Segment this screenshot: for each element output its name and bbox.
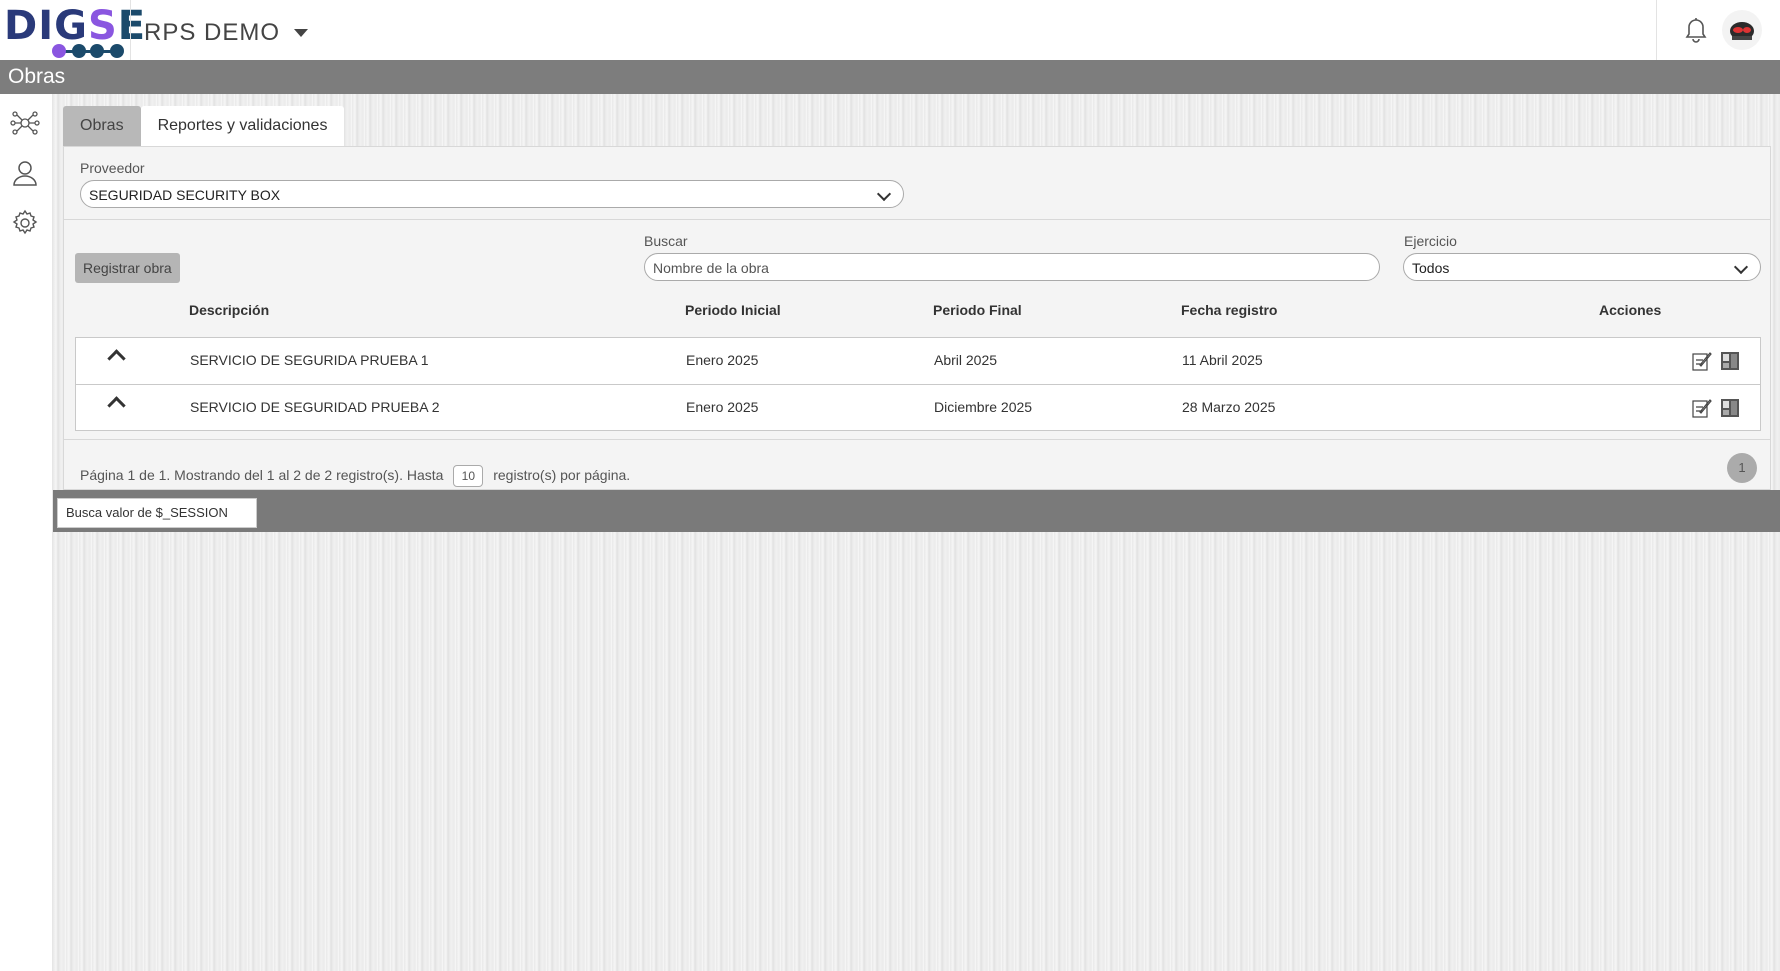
- obras-table: SERVICIO DE SEGURIDA PRUEBA 1 Enero 2025…: [75, 337, 1761, 431]
- periodo-final-cell: Diciembre 2025: [934, 399, 1033, 415]
- column-header[interactable]: Descripción: [189, 302, 269, 318]
- proveedor-select[interactable]: SEGURIDAD SECURITY BOX: [80, 180, 904, 208]
- table-header: Descripción Periodo Inicial Periodo Fina…: [64, 302, 1770, 322]
- page-button[interactable]: 1: [1727, 453, 1757, 483]
- pagination-suffix: registro(s) por página.: [493, 467, 631, 483]
- fecha-registro-cell: 11 Abril 2025: [1182, 352, 1263, 368]
- project-selector[interactable]: RPS DEMO: [144, 19, 309, 47]
- buscar-label: Buscar: [644, 233, 688, 249]
- proveedor-value: SEGURIDAD SECURITY BOX: [89, 187, 281, 203]
- periodo-inicial-cell: Enero 2025: [686, 399, 759, 415]
- app-logo[interactable]: DIGSE: [4, 4, 145, 58]
- chevron-up-icon[interactable]: [107, 349, 126, 368]
- logo-dots: [52, 44, 124, 58]
- chevron-down-icon: [1733, 259, 1749, 275]
- logo-text: DIGSE: [4, 3, 147, 49]
- descripcion-cell: SERVICIO DE SEGURIDAD PRUEBA 2: [190, 399, 440, 415]
- report-icon[interactable]: [1720, 397, 1740, 419]
- avatar[interactable]: [1722, 10, 1762, 50]
- report-icon[interactable]: [1720, 350, 1740, 372]
- column-header[interactable]: Periodo Inicial: [685, 302, 781, 318]
- proveedor-label: Proveedor: [80, 160, 145, 176]
- page-title: Obras: [8, 65, 66, 88]
- fecha-registro-cell: 28 Marzo 2025: [1182, 399, 1276, 415]
- periodo-inicial-cell: Enero 2025: [686, 352, 759, 368]
- chevron-up-icon[interactable]: [107, 396, 126, 415]
- periodo-final-cell: Abril 2025: [934, 352, 998, 368]
- tab-bar: Obras Reportes y validaciones: [63, 106, 345, 146]
- table-row[interactable]: SERVICIO DE SEGURIDAD PRUEBA 2 Enero 202…: [76, 384, 1760, 431]
- descripcion-cell: SERVICIO DE SEGURIDA PRUEBA 1: [190, 352, 429, 368]
- obras-panel: Proveedor SEGURIDAD SECURITY BOX Registr…: [63, 146, 1771, 490]
- user-icon[interactable]: [10, 158, 40, 188]
- ejercicio-value: Todos: [1412, 260, 1450, 276]
- registrar-obra-button[interactable]: Registrar obra: [75, 253, 180, 283]
- table-row[interactable]: SERVICIO DE SEGURIDA PRUEBA 1 Enero 2025…: [76, 338, 1760, 384]
- sidebar: [0, 94, 53, 971]
- header-divider: [130, 0, 131, 60]
- pagination-summary-text: Página 1 de 1. Mostrando del 1 al 2 de 2…: [80, 467, 444, 483]
- page-title-bar: Obras: [0, 60, 1780, 94]
- column-header[interactable]: Periodo Final: [933, 302, 1022, 318]
- ejercicio-select[interactable]: Todos: [1403, 253, 1761, 281]
- tab-reportes-validaciones[interactable]: Reportes y validaciones: [140, 106, 345, 146]
- search-input[interactable]: Nombre de la obra: [644, 253, 1380, 281]
- pagination-summary: Página 1 de 1. Mostrando del 1 al 2 de 2…: [80, 465, 630, 487]
- divider: [64, 439, 1770, 440]
- session-bar: Busca valor de $_SESSION: [53, 490, 1780, 532]
- edit-icon[interactable]: [1692, 350, 1712, 372]
- bell-icon[interactable]: [1682, 14, 1710, 44]
- column-header: Acciones: [1599, 302, 1662, 318]
- header-divider-right: [1656, 0, 1657, 60]
- gear-icon[interactable]: [10, 208, 40, 238]
- column-header[interactable]: Fecha registro: [1181, 302, 1277, 318]
- tab-obras[interactable]: Obras: [63, 106, 141, 146]
- chevron-down-icon: [876, 186, 892, 202]
- ejercicio-label: Ejercicio: [1404, 233, 1457, 249]
- edit-icon[interactable]: [1692, 397, 1712, 419]
- per-page-input[interactable]: 10: [453, 465, 484, 487]
- session-search-input[interactable]: Busca valor de $_SESSION: [57, 498, 257, 528]
- divider: [64, 219, 1770, 220]
- top-header: DIGSE RPS DEMO: [0, 0, 1780, 61]
- project-title: RPS DEMO: [144, 19, 281, 46]
- caret-down-icon: [294, 29, 309, 37]
- network-icon[interactable]: [10, 108, 40, 138]
